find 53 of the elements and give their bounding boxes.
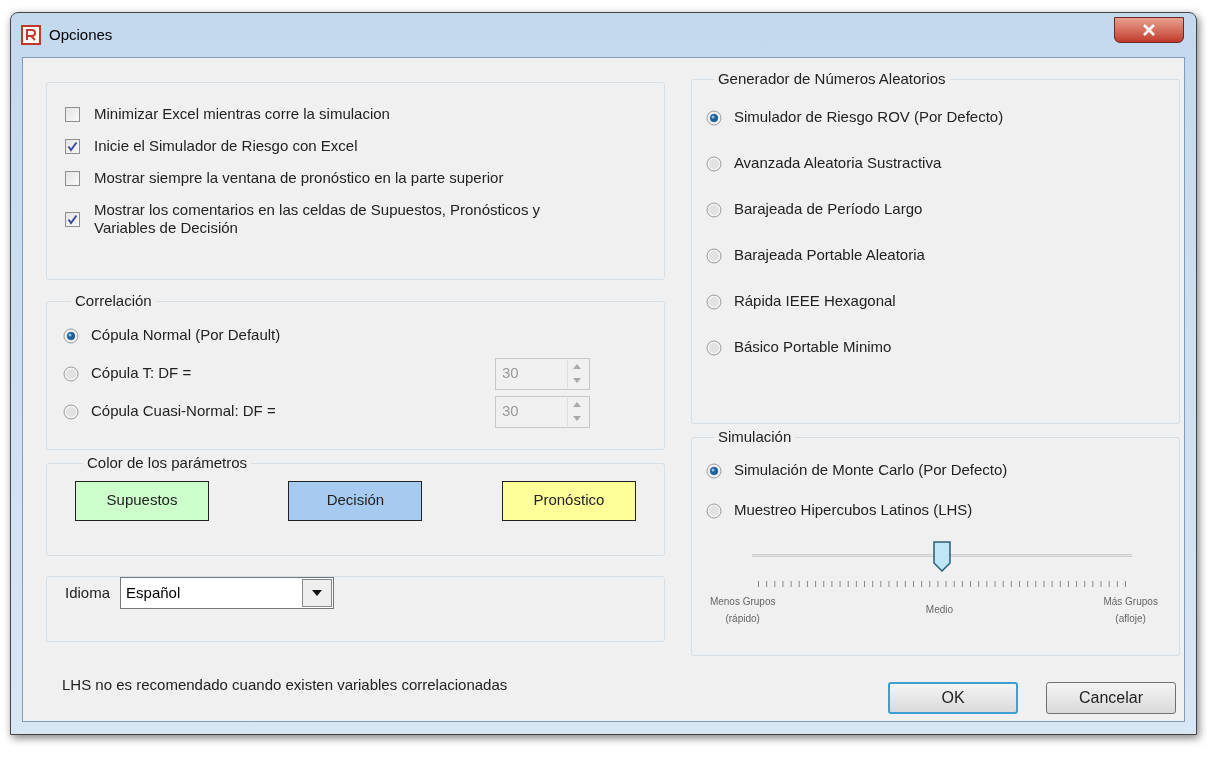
group-title: Color de los parámetros: [86, 453, 249, 473]
radio-label: Cópula T: DF =: [91, 363, 192, 384]
note-text: LHS no es recomendado cuando existen variables correlacionadas: [62, 675, 509, 695]
radio-label: Cópula Normal (Por Default): [91, 325, 281, 346]
checkbox-label: Inicie el Simulador de Riesgo con Excel: [94, 137, 359, 155]
radio-label: Barajeada de Período Largo: [733, 199, 923, 220]
slider-label: Más Grupos: [1103, 594, 1158, 609]
radio-button[interactable]: [63, 327, 79, 344]
checkbox[interactable]: [65, 211, 80, 227]
radio-label: Barajeada Portable Aleatoria: [733, 245, 925, 266]
radio-button[interactable]: [705, 155, 722, 172]
dropdown-value: Español: [125, 582, 182, 603]
checkbox-label: Mostrar siempre la ventana de pronóstico en la parte superior: [94, 169, 505, 187]
radio-button[interactable]: [705, 293, 722, 310]
radio-label: Simulador de Riesgo ROV (Por Defecto): [733, 107, 1004, 128]
dialog-button[interactable]: Cancelar: [1046, 682, 1176, 714]
window-title: Opciones: [49, 24, 113, 45]
color-swatch-button[interactable]: Supuestos: [75, 480, 209, 521]
group-title: Simulación: [716, 427, 793, 447]
dialog-button[interactable]: OK: [888, 682, 1018, 714]
radio-label: Cópula Cuasi-Normal: DF =: [91, 401, 276, 422]
checkbox-label: Mostrar los comentarios en las celdas de Supuestos, Pronósticos y Variables de Decisión: [94, 201, 542, 237]
checkbox[interactable]: [65, 106, 80, 122]
app-logo-icon: [21, 25, 41, 45]
close-icon: [1143, 24, 1155, 36]
checkbox-label: Minimizar Excel mientras corre la simulacion: [94, 105, 391, 123]
radio-label: Rápida IEEE Hexagonal: [733, 291, 896, 312]
radio-label: Avanzada Aleatoria Sustractiva: [733, 153, 942, 174]
radio-button[interactable]: [705, 502, 722, 519]
group-title: Generador de Números Aleatorios: [716, 69, 947, 89]
language-dropdown[interactable]: Español: [120, 577, 335, 609]
radio-button[interactable]: [705, 339, 722, 356]
slider-thumb[interactable]: [932, 540, 951, 573]
radio-button[interactable]: [705, 462, 722, 479]
group-title: Correlación: [74, 291, 153, 311]
close-button[interactable]: [1114, 17, 1184, 43]
slider-label: Menos Grupos: [709, 594, 776, 609]
field-label: Idioma: [65, 582, 111, 603]
radio-label: Muestreo Hipercubos Latinos (LHS): [733, 500, 973, 521]
radio-button[interactable]: [705, 109, 722, 126]
color-swatch-button[interactable]: Pronóstico: [501, 480, 636, 521]
slider-label: Medio: [925, 602, 954, 617]
slider-label: (afloje): [1115, 611, 1146, 626]
color-swatch-button[interactable]: Decisión: [288, 480, 423, 521]
radio-label: Simulación de Monte Carlo (Por Defecto): [733, 460, 1008, 481]
checkbox[interactable]: [65, 138, 80, 154]
spin-value: 30: [500, 363, 520, 384]
radio-button[interactable]: [705, 201, 722, 218]
slider-label: (rápido): [725, 611, 760, 626]
radio-label: Básico Portable Minimo: [733, 337, 892, 358]
spin-value: 30: [500, 401, 520, 422]
radio-button[interactable]: [705, 247, 722, 264]
checkbox[interactable]: [65, 170, 80, 186]
